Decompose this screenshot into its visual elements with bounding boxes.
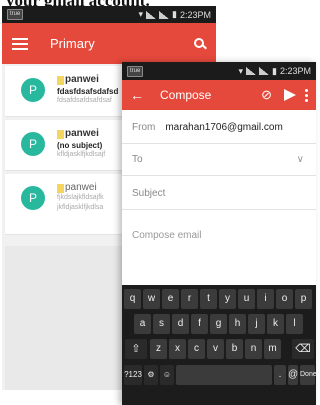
app-badge: true: [7, 9, 24, 20]
battery-icon: ▮: [172, 9, 177, 19]
key-e[interactable]: e: [162, 289, 179, 309]
key-o[interactable]: o: [276, 289, 293, 309]
compose-app-bar: ← Compose ⊘: [122, 80, 316, 110]
subject-field[interactable]: Subject: [122, 178, 316, 210]
back-arrow-icon[interactable]: ←: [130, 87, 146, 103]
attach-icon[interactable]: ⊘: [261, 87, 272, 103]
sender-name: panwei: [65, 182, 97, 193]
key-a[interactable]: a: [134, 314, 151, 334]
key-l[interactable]: l: [286, 314, 303, 334]
chevron-down-icon[interactable]: ∨: [297, 154, 304, 165]
from-label: From: [132, 122, 156, 133]
battery-icon: ▮: [272, 65, 277, 76]
to-label: To: [132, 154, 143, 165]
at-key[interactable]: @: [288, 365, 298, 385]
key-x[interactable]: x: [169, 339, 186, 359]
keyboard-row-3: ⇧ ⌫ zxcvbnm: [122, 339, 316, 363]
compose-screen: true ▾ ▮ 2:23PM ← Compose ⊘ From marahan…: [122, 62, 316, 405]
keyboard-row-2: asdfghjkl: [122, 314, 316, 338]
from-value: marahan1706@gmail.com: [165, 122, 283, 133]
importance-marker-icon: [57, 184, 64, 193]
avatar: P: [21, 132, 45, 156]
key-u[interactable]: u: [238, 289, 255, 309]
message-snippet: kfldjasklfjkdlsajf: [57, 151, 106, 158]
key-v[interactable]: v: [207, 339, 224, 359]
key-n[interactable]: n: [245, 339, 262, 359]
message-snippet-2: jkfldjasklfjkdlsa: [57, 204, 104, 211]
symbols-key[interactable]: ?123: [124, 365, 142, 385]
compose-body-placeholder[interactable]: Compose email: [132, 230, 201, 241]
app-badge: true: [127, 65, 144, 77]
send-icon[interactable]: [284, 89, 296, 101]
period-key[interactable]: .: [274, 365, 286, 385]
key-d[interactable]: d: [172, 314, 189, 334]
keyboard-row-4: ?123 ⚙ ☺ . @ Done: [122, 365, 316, 389]
key-j[interactable]: j: [248, 314, 265, 334]
compose-title: Compose: [160, 88, 212, 102]
key-q[interactable]: q: [124, 289, 141, 309]
inbox-title: Primary: [50, 36, 95, 51]
key-m[interactable]: m: [264, 339, 281, 359]
message-subject: (no subject): [57, 141, 103, 150]
key-i[interactable]: i: [257, 289, 274, 309]
signal-icon: [246, 67, 257, 75]
inbox-app-bar: Primary: [2, 23, 216, 64]
key-w[interactable]: w: [143, 289, 160, 309]
backspace-key[interactable]: ⌫: [292, 339, 314, 359]
menu-icon[interactable]: [12, 37, 28, 50]
status-time: 2:23PM: [179, 9, 211, 20]
key-y[interactable]: y: [219, 289, 236, 309]
key-z[interactable]: z: [150, 339, 167, 359]
status-bar: true ▾ ▮ 2:23PM: [122, 62, 316, 80]
message-subject: fdasfdsafsdafsd: [57, 87, 119, 96]
more-options-icon[interactable]: [305, 88, 308, 102]
settings-key-icon[interactable]: ⚙: [144, 365, 158, 385]
key-k[interactable]: k: [267, 314, 284, 334]
avatar: P: [21, 78, 45, 102]
key-h[interactable]: h: [229, 314, 246, 334]
signal-icon-2: [259, 67, 270, 75]
done-key[interactable]: Done: [300, 365, 316, 385]
from-field[interactable]: From marahan1706@gmail.com: [122, 112, 316, 144]
message-snippet: fjkdslajkfldsajfk: [57, 194, 104, 201]
key-g[interactable]: g: [210, 314, 227, 334]
onscreen-keyboard: qwertyuiop asdfghjkl ⇧ ⌫ zxcvbnm ?123 ⚙ …: [122, 285, 316, 405]
search-icon[interactable]: [194, 37, 207, 50]
message-snippet: fdsafdsafdsafdsaf: [57, 97, 112, 104]
key-t[interactable]: t: [200, 289, 217, 309]
signal-icon: [146, 10, 157, 19]
to-field[interactable]: To ∨: [122, 144, 316, 176]
keyboard-row-1: qwertyuiop: [122, 289, 316, 313]
key-p[interactable]: p: [295, 289, 312, 309]
key-s[interactable]: s: [153, 314, 170, 334]
subject-placeholder: Subject: [132, 188, 166, 199]
avatar: P: [21, 186, 45, 210]
status-time: 2:23PM: [279, 66, 311, 76]
importance-marker-icon: [57, 130, 64, 139]
wifi-icon: ▾: [238, 65, 244, 76]
emoji-key-icon[interactable]: ☺: [160, 365, 174, 385]
key-f[interactable]: f: [191, 314, 208, 334]
space-key[interactable]: [176, 365, 272, 385]
importance-marker-icon: [57, 76, 64, 85]
key-c[interactable]: c: [188, 339, 205, 359]
key-b[interactable]: b: [226, 339, 243, 359]
sender-name: panwei: [65, 74, 99, 85]
key-r[interactable]: r: [181, 289, 198, 309]
sender-name: panwei: [65, 128, 99, 139]
wifi-icon: ▾: [138, 9, 144, 19]
shift-key[interactable]: ⇧: [125, 339, 147, 359]
signal-icon-2: [159, 10, 170, 19]
status-bar: true ▾ ▮ 2:23PM: [2, 6, 216, 23]
